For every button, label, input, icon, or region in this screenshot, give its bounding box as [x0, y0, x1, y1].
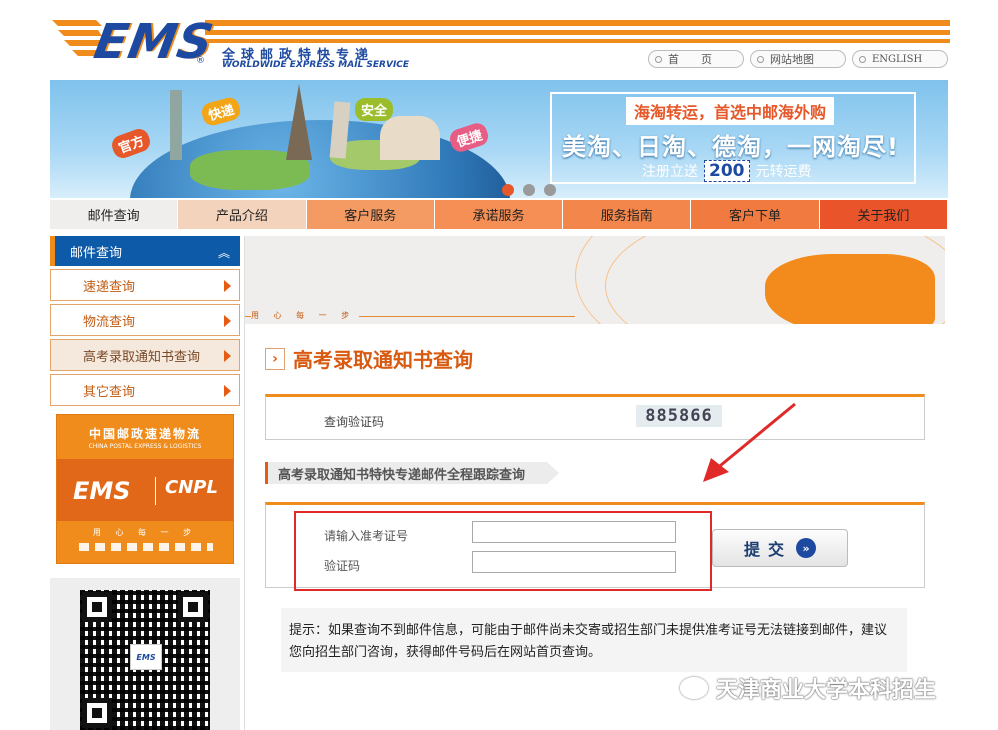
statue-illustration [170, 90, 182, 160]
main-panel: 用 心 每 一 步 › 高考录取通知书查询 查询验证码 885866 高考录取通… [244, 236, 948, 730]
verify-code-input[interactable] [472, 551, 676, 573]
hero-banner[interactable]: 官方 快递 安全 便捷 海淘转运，首选中邮海外购 美淘、日淘、德淘，一网淘尽! … [50, 80, 948, 198]
submit-label: 提交 [743, 540, 792, 559]
submit-button[interactable]: 提交 » [712, 529, 848, 567]
promo-offer-pre: 注册立送 [642, 164, 698, 180]
bullet-icon [859, 55, 866, 63]
ems-mark: EMS [73, 477, 131, 505]
promo-headline: 海淘转运，首选中邮海外购 [626, 97, 835, 125]
sidebar-item[interactable]: 物流查询 [50, 304, 240, 336]
sidebar: 邮件查询 ︽ 速递查询物流查询高考录取通知书查询 其它查询 中国邮政速递物流 CH… [50, 236, 240, 730]
nav-item[interactable]: 客户下单 [691, 200, 820, 229]
nav-item[interactable]: 关于我们 [819, 200, 948, 229]
top-links: 首 页 网站地图 ENGLISH [648, 50, 948, 68]
banner-tag: 便捷 [447, 120, 491, 155]
qr-code: EMS [80, 590, 210, 730]
promo-box: 海淘转运，首选中邮海外购 美淘、日淘、德淘，一网淘尽! 注册立送 200 元转运… [550, 92, 916, 184]
sitemap-link-label: 网站地图 [770, 53, 814, 66]
banner-tag: 快递 [199, 95, 243, 128]
watermark: 天津商业大学本科招生 [680, 672, 936, 704]
sub-heading: 高考录取通知书特快专递邮件全程跟踪查询 [265, 462, 560, 484]
carousel-dot[interactable] [502, 184, 514, 196]
banner-tag: 官方 [109, 126, 153, 161]
qr-logo: EMS [130, 644, 162, 670]
triangle-right-icon [224, 385, 231, 397]
wechat-icon [680, 677, 708, 699]
sidebar-item-label: 其它查询 [83, 384, 136, 400]
banner-tag: 安全 [355, 98, 394, 121]
header: EMS ® 全球邮政特快专递 WORLDWIDE EXPRESS MAIL SE… [0, 0, 998, 78]
exam-number-label: 请输入准考证号 [324, 529, 409, 543]
exam-number-input[interactable] [472, 521, 676, 543]
sidebar-item-label: 速递查询 [83, 279, 136, 295]
promo-slogan: 美淘、日淘、德淘，一网淘尽! [562, 133, 899, 161]
promo-offer-amount: 200 [704, 160, 750, 182]
home-link-label: 首 页 [668, 53, 712, 66]
sidebar-item-label: 高考录取通知书查询 [83, 349, 201, 365]
nav-item[interactable]: 客户服务 [306, 200, 435, 229]
sidebar-item-label: 物流查询 [83, 314, 136, 330]
sidebar-item[interactable]: 高考录取通知书查询 [50, 339, 240, 371]
page-title-row: › 高考录取通知书查询 [265, 344, 473, 373]
carousel-dots [502, 184, 556, 196]
cnpl-cn-name: 中国邮政速递物流 [88, 427, 201, 441]
triangle-right-icon [224, 280, 231, 292]
home-link[interactable]: 首 页 [648, 50, 744, 68]
promo-offer: 注册立送 200 元转运费 [642, 160, 812, 182]
sidebar-item[interactable]: 速递查询 [50, 269, 240, 301]
triangle-right-icon [224, 350, 231, 362]
vehicles-icon [79, 543, 213, 551]
page-title: 高考录取通知书查询 [293, 348, 473, 372]
palace-illustration [380, 116, 440, 160]
bullet-icon [757, 55, 764, 63]
nav-item[interactable]: 产品介绍 [178, 200, 307, 229]
captcha-label: 查询验证码 [324, 415, 385, 429]
english-link[interactable]: ENGLISH [852, 50, 948, 68]
nav-item[interactable]: 服务指南 [563, 200, 692, 229]
cnpl-ad[interactable]: 中国邮政速递物流 CHINA POSTAL EXPRESS & LOGISTIC… [56, 414, 234, 564]
captcha-box: 查询验证码 885866 [265, 394, 925, 440]
promo-offer-post: 元转运费 [755, 164, 812, 180]
bullet-icon [655, 55, 662, 63]
sub-heading-label: 高考录取通知书特快专递邮件全程跟踪查询 [278, 467, 526, 483]
carousel-dot[interactable] [523, 184, 535, 196]
nav-item[interactable]: 邮件查询 [50, 200, 179, 229]
cnpl-mark: CNPL [165, 477, 218, 498]
china-map-illustration [765, 254, 935, 324]
sidebar-header[interactable]: 邮件查询 ︽ [50, 236, 240, 266]
qr-panel: EMS [50, 578, 240, 730]
chevron-right-icon: › [265, 347, 285, 370]
main-banner-motto: 用 心 每 一 步 [251, 310, 360, 321]
nav-item[interactable]: 承诺服务 [434, 200, 564, 229]
double-chevron-up-icon[interactable]: ︽ [218, 244, 230, 261]
main-nav: 邮件查询 产品介绍 客户服务 承诺服务 服务指南 客户下单 关于我们 [50, 200, 948, 229]
logo-en-text: WORLDWIDE EXPRESS MAIL SERVICE [222, 60, 410, 70]
cnpl-motto: 用 心 每 一 步 [92, 528, 198, 537]
triangle-right-icon [224, 315, 231, 327]
watermark-text: 天津商业大学本科招生 [716, 678, 937, 703]
verify-code-label: 验证码 [324, 559, 361, 573]
carousel-dot[interactable] [544, 184, 556, 196]
main-banner: 用 心 每 一 步 [245, 236, 945, 324]
sidebar-item[interactable]: 其它查询 [50, 374, 240, 406]
double-chevron-right-icon: » [796, 538, 816, 558]
cnpl-en-name: CHINA POSTAL EXPRESS & LOGISTICS [88, 443, 202, 450]
registered-mark: ® [196, 56, 205, 66]
tip-text: 提示：如果查询不到邮件信息，可能由于邮件尚未交寄或招生部门未提供准考证号无法链接… [281, 608, 907, 672]
page: EMS ® 全球邮政特快专递 WORLDWIDE EXPRESS MAIL SE… [0, 0, 998, 730]
annotation-arrow-icon [703, 402, 796, 482]
sitemap-link[interactable]: 网站地图 [750, 50, 846, 68]
english-link-label: ENGLISH [872, 53, 923, 65]
sidebar-header-label: 邮件查询 [70, 245, 123, 261]
query-form: 请输入准考证号 验证码 提交 » [265, 502, 925, 591]
